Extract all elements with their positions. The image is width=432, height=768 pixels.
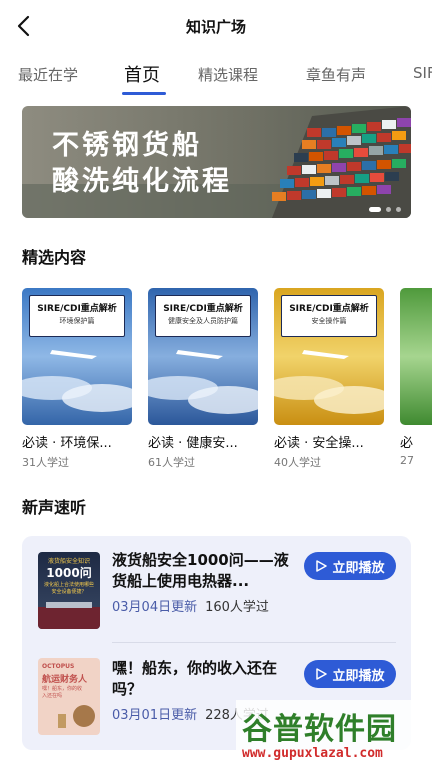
thumb-caption: OCTOPUS (42, 663, 75, 670)
card-title: 必 (400, 436, 414, 451)
thumb-note: 嘿！船东，你的收入还在吗 (42, 686, 83, 699)
card-learners: 31人学过 (22, 456, 69, 468)
banner-carousel[interactable]: 不锈钢货船 酸洗纯化流程 (22, 106, 411, 218)
course-card[interactable]: SIRE/CDI重点解析 安全操作篇 必读 · 安全操... 40人学过 (274, 288, 384, 468)
tab-courses[interactable]: 精选课程 (198, 64, 258, 85)
course-card[interactable]: SIRE/CDI重点解析 环境保护篇 必读 · 环境保... 31人学过 (22, 288, 132, 468)
cover-title: SIRE/CDI重点解析 (289, 304, 369, 314)
featured-section-title: 精选内容 (22, 248, 87, 267)
play-icon (316, 560, 328, 572)
cover-subtitle: 安全操作篇 (311, 317, 347, 325)
update-date: 03月01日更新 (112, 708, 198, 723)
course-cover: SIRE/CDI重点解析 安全操作篇 (274, 288, 384, 425)
card-title: 必读 · 环境保... (22, 436, 112, 451)
audio-thumbnail: OCTOPUS 航运财务人 嘿！船东，你的收入还在吗 (38, 658, 100, 735)
audio-title: 嘿！船东，你的收入还在吗？ (112, 659, 278, 698)
cover-subtitle: 环境保护篇 (59, 317, 95, 325)
watermark-url: www.gupuxlazal.com (242, 746, 383, 761)
item-divider (112, 642, 396, 643)
course-cover (400, 288, 432, 425)
carousel-indicator (369, 207, 401, 212)
audio-meta: 03月04日更新 160人学过 (112, 596, 269, 615)
cover-subtitle: 健康安全及人员防护篇 (168, 317, 238, 325)
audio-section-title: 新声速听 (22, 498, 87, 517)
play-now-button[interactable]: 立即播放 (304, 660, 396, 688)
play-button-label: 立即播放 (332, 668, 385, 684)
page-title: 知识广场 (185, 18, 246, 36)
card-learners: 27 (400, 454, 414, 467)
tab-home[interactable]: 首页 (124, 61, 160, 87)
tab-sire[interactable]: SIF (413, 64, 432, 82)
audio-thumbnail: 液货船安全知识 1000问 液化船上合法使用哪些安全设备便捷？ (38, 552, 100, 629)
cover-label: SIRE/CDI重点解析 环境保护篇 (29, 295, 125, 337)
play-icon (316, 668, 328, 680)
featured-card-list: SIRE/CDI重点解析 环境保护篇 必读 · 环境保... 31人学过 SIR… (22, 288, 432, 468)
tab-bar: 最近在学 首页 精选课程 章鱼有声 SIF (0, 58, 432, 98)
cover-title: SIRE/CDI重点解析 (163, 304, 243, 314)
card-learners: 40人学过 (274, 456, 321, 468)
watermark-name: 谷普软件园 (242, 712, 397, 747)
tab-recent[interactable]: 最近在学 (18, 64, 78, 85)
carousel-dot (369, 207, 381, 212)
update-date: 03月04日更新 (112, 600, 198, 615)
card-title: 必读 · 安全操... (274, 436, 364, 451)
banner-headline: 不锈钢货船 酸洗纯化流程 (52, 128, 232, 200)
cover-label: SIRE/CDI重点解析 安全操作篇 (281, 295, 377, 337)
audio-title: 液货船安全1000问——液货船上使用电热器... (112, 551, 289, 590)
card-learners: 61人学过 (148, 456, 195, 468)
carousel-dot (396, 207, 401, 212)
carousel-dot (386, 207, 391, 212)
banner-line-2: 酸洗纯化流程 (52, 166, 232, 197)
learner-count: 160人学过 (205, 600, 269, 615)
play-button-label: 立即播放 (332, 560, 385, 576)
thumb-headline: 1000问 (46, 566, 92, 580)
audio-item[interactable]: 液货船安全知识 1000问 液化船上合法使用哪些安全设备便捷？ 液货船安全100… (22, 536, 411, 636)
course-card[interactable]: SIRE/CDI重点解析 健康安全及人员防护篇 必读 · 健康安... 61人学… (148, 288, 258, 468)
course-card[interactable]: 必 27 (400, 288, 432, 467)
sky-cover-image (400, 288, 432, 425)
play-now-button[interactable]: 立即播放 (304, 552, 396, 580)
tab-octopus-audio[interactable]: 章鱼有声 (306, 64, 366, 85)
cover-label: SIRE/CDI重点解析 健康安全及人员防护篇 (155, 295, 251, 337)
thumb-headline: 航运财务人 (42, 675, 88, 685)
site-watermark: 谷普软件园 www.gupuxlazal.com (236, 700, 432, 768)
thumb-note: 液化船上合法使用哪些安全设备便捷？ (43, 582, 94, 595)
cover-title: SIRE/CDI重点解析 (37, 304, 117, 314)
course-cover: SIRE/CDI重点解析 健康安全及人员防护篇 (148, 288, 258, 425)
course-cover: SIRE/CDI重点解析 环境保护篇 (22, 288, 132, 425)
top-bar: 知识广场 (0, 0, 432, 52)
banner-line-1: 不锈钢货船 (52, 130, 202, 161)
active-tab-indicator (122, 92, 166, 95)
card-title: 必读 · 健康安... (148, 436, 238, 451)
